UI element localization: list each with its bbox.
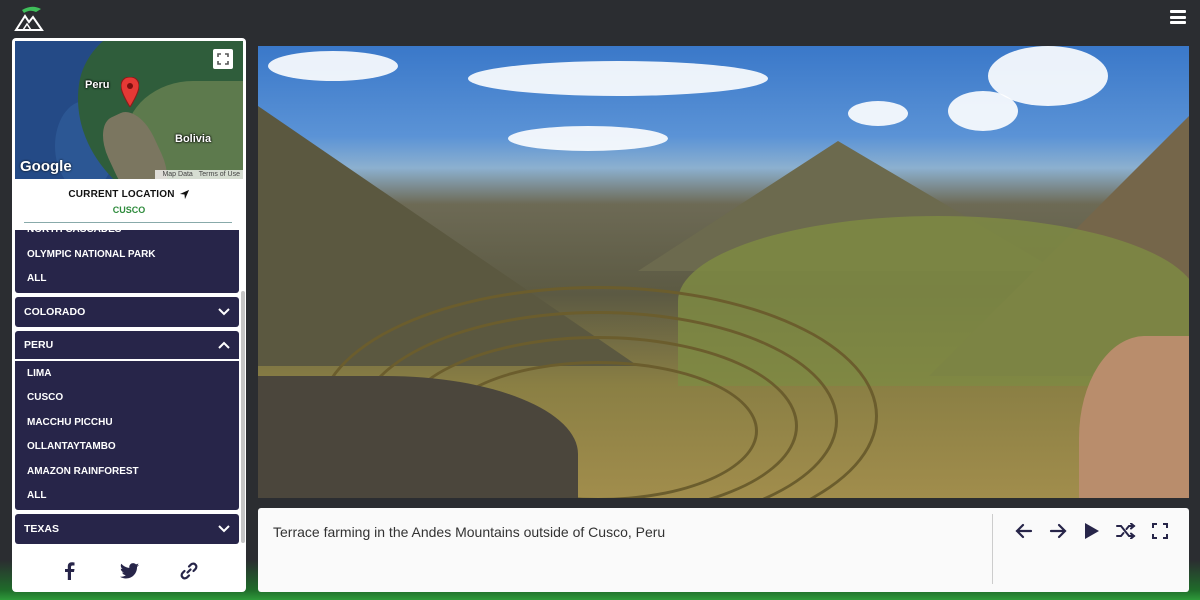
play-icon[interactable] (1082, 521, 1102, 541)
map-pin-icon[interactable] (120, 76, 140, 108)
chevron-down-icon (218, 307, 230, 315)
divider (992, 514, 993, 584)
featured-photo (258, 46, 1189, 498)
twitter-icon[interactable] (119, 561, 139, 581)
slideshow-controls (1014, 521, 1170, 541)
map-label-bolivia: Bolivia (175, 133, 212, 145)
navigation-arrow-icon (179, 189, 189, 200)
terms-of-use-link[interactable]: Terms of Use (199, 171, 240, 178)
previous-group-items: NORTH CASCADES OLYMPIC NATIONAL PARK ALL (15, 230, 239, 293)
photo-caption: Terrace farming in the Andes Mountains o… (273, 524, 666, 540)
location-list[interactable]: NORTH CASCADES OLYMPIC NATIONAL PARK ALL… (15, 230, 239, 544)
arrow-right-icon[interactable] (1048, 521, 1068, 541)
sidebar: Peru Bolivia Google Map Data Terms of Us… (12, 38, 246, 592)
caption-panel: Terrace farming in the Andes Mountains o… (258, 508, 1189, 592)
list-item[interactable]: MACCHU PICCHU (15, 411, 239, 436)
list-item[interactable]: NORTH CASCADES (15, 230, 239, 243)
social-links (12, 556, 246, 586)
group-header-peru[interactable]: PERU (15, 330, 239, 361)
chevron-down-icon (218, 524, 230, 532)
location-map[interactable]: Peru Bolivia Google Map Data Terms of Us… (15, 41, 243, 179)
list-item[interactable]: LIMA (15, 362, 239, 387)
list-item[interactable]: CUSCO (15, 386, 239, 411)
top-bar (0, 0, 1200, 36)
divider (24, 222, 232, 223)
facebook-icon[interactable] (59, 561, 79, 581)
map-fullscreen-icon[interactable] (213, 49, 233, 69)
shuffle-icon[interactable] (1116, 521, 1136, 541)
list-item[interactable]: OLYMPIC NATIONAL PARK (15, 243, 239, 268)
group-header-colorado[interactable]: COLORADO (15, 296, 239, 327)
map-attribution: Map Data Terms of Use (155, 170, 243, 179)
list-item[interactable]: OLLANTAYTAMBO (15, 435, 239, 460)
list-item[interactable]: AMAZON RAINFOREST (15, 460, 239, 485)
fullscreen-icon[interactable] (1150, 521, 1170, 541)
list-item[interactable]: ALL (15, 484, 239, 509)
peru-items: LIMA CUSCO MACCHU PICCHU OLLANTAYTAMBO A… (15, 360, 239, 510)
current-location-value: CUSCO (112, 205, 146, 215)
current-location-label: CURRENT LOCATION (68, 189, 189, 200)
map-data-link[interactable]: Map Data (162, 171, 192, 178)
link-icon[interactable] (179, 561, 199, 581)
hamburger-menu-icon[interactable] (1170, 10, 1186, 24)
arrow-left-icon[interactable] (1014, 521, 1034, 541)
google-logo: Google (20, 158, 72, 175)
mountain-logo-icon[interactable] (14, 6, 44, 32)
group-header-texas[interactable]: TEXAS (15, 513, 239, 544)
map-label-peru: Peru (85, 79, 110, 91)
list-scrollbar[interactable] (241, 291, 245, 543)
list-item[interactable]: ALL (15, 267, 239, 292)
chevron-up-icon (218, 341, 230, 349)
current-location: CURRENT LOCATION CUSCO (12, 184, 246, 215)
